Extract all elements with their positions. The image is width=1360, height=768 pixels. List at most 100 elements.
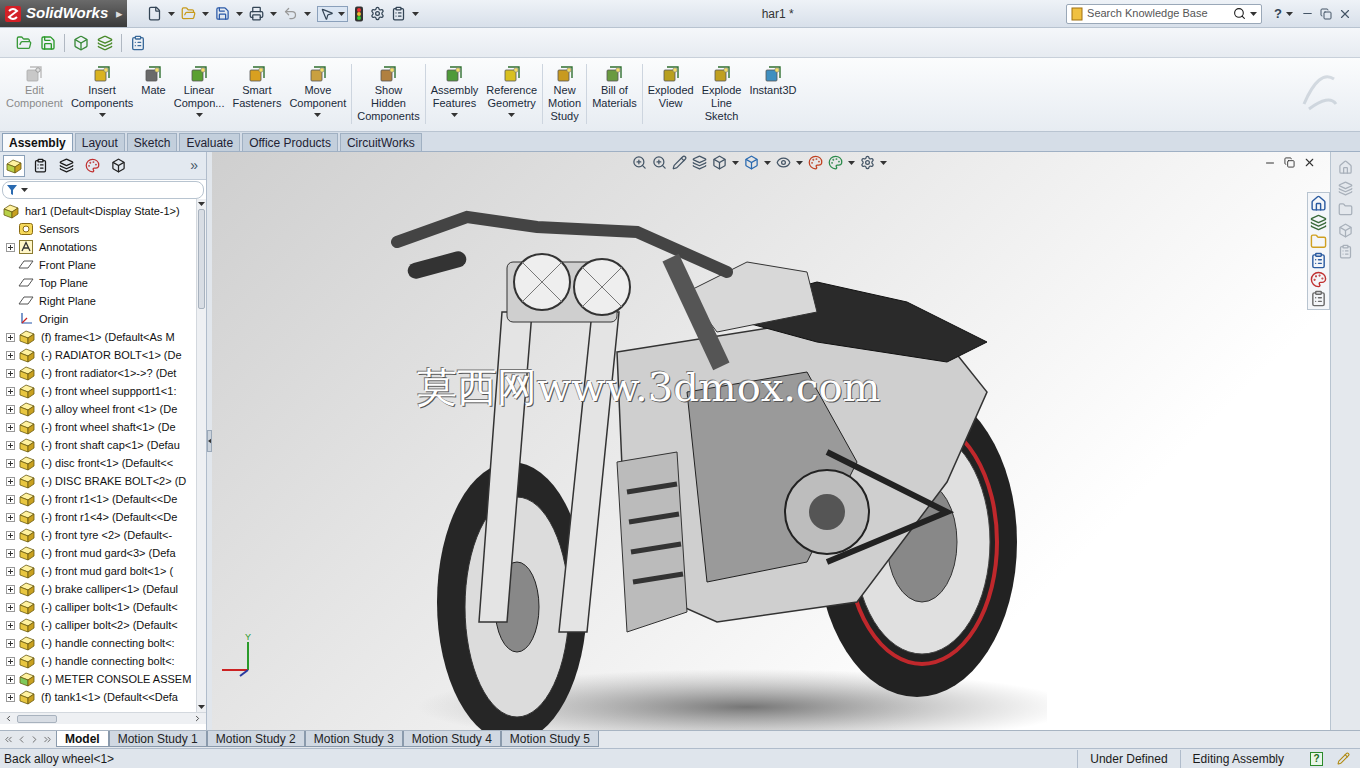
help-button[interactable]: ?: [1274, 4, 1301, 24]
quick-tips-icon[interactable]: [1337, 752, 1350, 765]
caret-icon[interactable]: [1250, 12, 1257, 16]
tree-item[interactable]: (f) tank1<1> (Default<<Defa: [0, 688, 196, 706]
graphics-area[interactable]: 莫西网www.3dmox.comY: [212, 152, 1330, 730]
design-library-icon[interactable]: [1310, 214, 1327, 231]
command-button[interactable]: LinearCompon...: [170, 64, 229, 117]
prev-tab-icon[interactable]: [16, 734, 27, 745]
command-button[interactable]: ExplodeLineSketch: [698, 64, 746, 123]
tree-item[interactable]: Right Plane: [0, 292, 196, 310]
custom-properties-icon[interactable]: [1310, 290, 1327, 307]
command-tab[interactable]: Assembly: [2, 133, 73, 151]
scroll-left-icon[interactable]: [4, 714, 13, 723]
expand-icon[interactable]: [6, 657, 15, 666]
command-tab[interactable]: Office Products: [242, 133, 338, 151]
tree-item[interactable]: Front Plane: [0, 256, 196, 274]
command-button[interactable]: SmartFasteners: [228, 64, 285, 110]
minimize-icon[interactable]: [1301, 7, 1314, 20]
component-icon[interactable]: [73, 35, 89, 51]
pane-folder-icon[interactable]: [1338, 202, 1353, 217]
expand-icon[interactable]: [6, 549, 15, 558]
scroll-thumb[interactable]: [198, 209, 205, 309]
expand-icon[interactable]: [6, 243, 15, 252]
viewport-minimize-icon[interactable]: [1264, 157, 1276, 169]
scroll-up-icon[interactable]: [198, 202, 205, 206]
command-tab[interactable]: Sketch: [127, 133, 178, 151]
pane-library-icon[interactable]: [1338, 181, 1353, 196]
command-button[interactable]: ShowHiddenComponents: [353, 64, 423, 123]
search-icon[interactable]: [1233, 7, 1246, 20]
tree-item[interactable]: (-) alloy wheel front <1> (De: [0, 400, 196, 418]
command-button[interactable]: Instant3D: [745, 64, 800, 97]
status-help-button[interactable]: ?: [1310, 752, 1323, 766]
panel-tab[interactable]: [29, 155, 51, 177]
command-button[interactable]: Mate: [137, 64, 169, 97]
expand-icon[interactable]: [6, 387, 15, 396]
caret-icon[interactable]: [880, 161, 887, 165]
last-tab-icon[interactable]: [42, 734, 53, 745]
assembly-icon[interactable]: [97, 35, 113, 51]
tree-filter[interactable]: [2, 181, 204, 199]
panel-more-button[interactable]: »: [190, 155, 206, 176]
tree-item[interactable]: (-) front shaft cap<1> (Defau: [0, 436, 196, 454]
command-button[interactable]: Bill ofMaterials: [588, 64, 641, 110]
tree-item[interactable]: (-) calliper bolt<2> (Default<: [0, 616, 196, 634]
save-icon[interactable]: [215, 6, 230, 21]
tree-item[interactable]: (-) front r1<1> (Default<<De: [0, 490, 196, 508]
next-tab-icon[interactable]: [29, 734, 40, 745]
expand-icon[interactable]: [6, 621, 15, 630]
appearance-icon[interactable]: [808, 155, 823, 170]
command-button[interactable]: NewMotionStudy: [544, 64, 585, 123]
expand-icon[interactable]: [6, 603, 15, 612]
expand-icon[interactable]: [6, 513, 15, 522]
restore-icon[interactable]: [1320, 8, 1332, 20]
caret-icon[interactable]: [168, 12, 175, 16]
undo-icon[interactable]: [283, 6, 298, 21]
print-icon[interactable]: [249, 6, 264, 21]
tree-item[interactable]: Top Plane: [0, 274, 196, 292]
close-icon[interactable]: [1338, 7, 1352, 21]
command-button[interactable]: ExplodedView: [644, 64, 698, 110]
expand-icon[interactable]: [6, 567, 15, 576]
rebuild-icon[interactable]: [354, 6, 364, 22]
command-button[interactable]: MoveComponent: [285, 64, 350, 117]
tree-item[interactable]: Origin: [0, 310, 196, 328]
save-all-icon[interactable]: [40, 35, 56, 51]
tree-horizontal-scrollbar[interactable]: [0, 712, 206, 724]
command-tab[interactable]: Evaluate: [179, 133, 240, 151]
model-tab[interactable]: Model: [56, 731, 109, 747]
appearances-icon[interactable]: [1310, 271, 1327, 288]
command-button[interactable]: InsertComponents: [67, 64, 137, 117]
expand-icon[interactable]: [6, 531, 15, 540]
expand-icon[interactable]: [6, 369, 15, 378]
model-tab[interactable]: Motion Study 2: [207, 731, 305, 747]
expand-icon[interactable]: [6, 477, 15, 486]
caret-icon[interactable]: [412, 12, 419, 16]
model-tab[interactable]: Motion Study 3: [305, 731, 403, 747]
list-icon[interactable]: [130, 35, 146, 51]
caret-icon[interactable]: [338, 12, 345, 16]
caret-icon[interactable]: [796, 161, 803, 165]
options-icon[interactable]: [391, 6, 406, 21]
caret-icon[interactable]: [270, 12, 277, 16]
tree-item[interactable]: (-) disc front<1> (Default<<: [0, 454, 196, 472]
scroll-thumb[interactable]: [17, 715, 57, 723]
tree-item[interactable]: (-) front tyre <2> (Default<-: [0, 526, 196, 544]
panel-tab[interactable]: [81, 155, 103, 177]
model-tab[interactable]: Motion Study 4: [403, 731, 501, 747]
scene-icon[interactable]: [828, 155, 843, 170]
tree-item[interactable]: Annotations: [0, 238, 196, 256]
file-explorer-icon[interactable]: [1310, 233, 1327, 250]
tree-vertical-scrollbar[interactable]: [196, 199, 206, 712]
pane-home-icon[interactable]: [1338, 160, 1353, 175]
viewport-restore-icon[interactable]: [1284, 157, 1295, 168]
tree-item[interactable]: (-) brake calliper<1> (Defaul: [0, 580, 196, 598]
zoom-to-fit-icon[interactable]: [632, 155, 647, 170]
previous-view-icon[interactable]: [672, 155, 687, 170]
file-properties-icon[interactable]: [370, 6, 385, 21]
tree-item[interactable]: Sensors: [0, 220, 196, 238]
motorcycle-model[interactable]: [387, 202, 1047, 730]
tree-item[interactable]: (-) handle connecting bolt<:: [0, 652, 196, 670]
expand-icon[interactable]: [6, 639, 15, 648]
display-style-icon[interactable]: [744, 155, 759, 170]
pane-view-icon[interactable]: [1338, 223, 1353, 238]
